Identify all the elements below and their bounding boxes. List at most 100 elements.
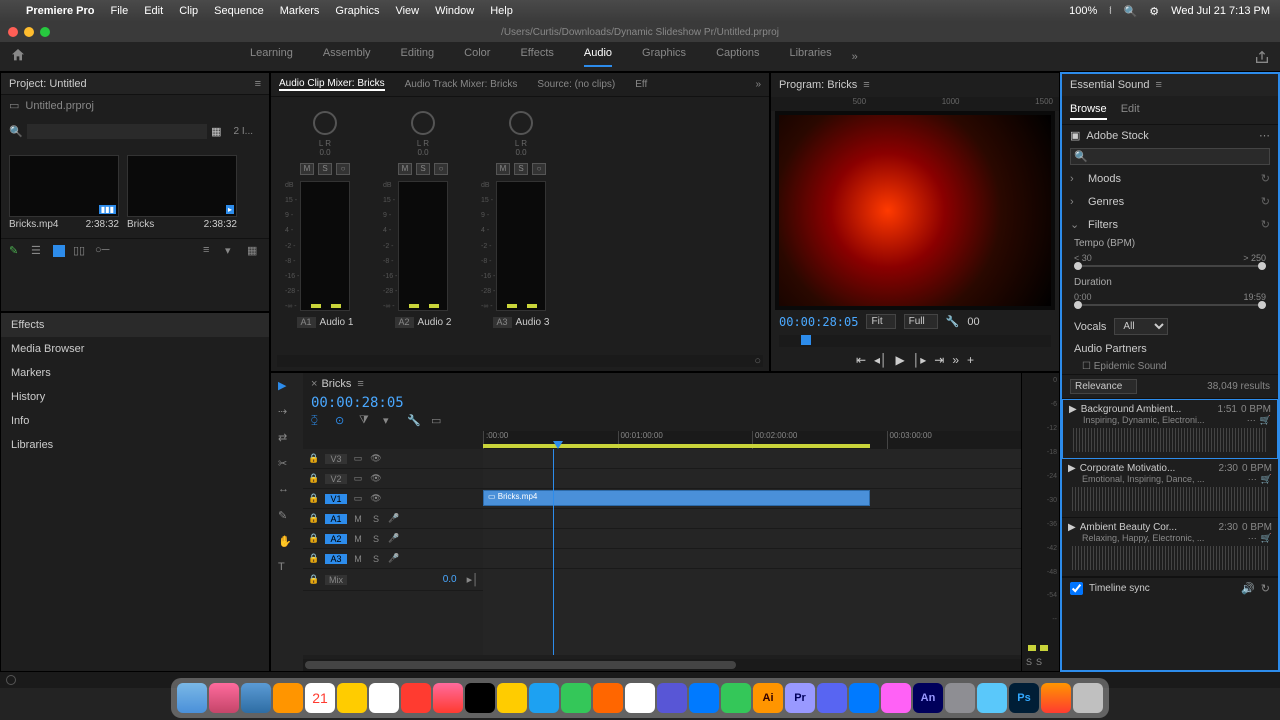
lock-icon[interactable]: 🔒	[307, 453, 321, 464]
dock-app-icon[interactable]	[849, 683, 879, 713]
essential-sound-tab[interactable]: Essential Sound	[1070, 79, 1150, 91]
tab-track-mixer[interactable]: Audio Track Mixer: Bricks	[405, 79, 518, 90]
insert-icon[interactable]: ▾	[383, 414, 397, 428]
eye-icon[interactable]: 👁	[369, 473, 383, 484]
menu-view[interactable]: View	[395, 5, 419, 17]
ch-btn-M[interactable]: M	[398, 163, 412, 175]
stock-audio-item[interactable]: ▶ Background Ambient... 1:51 0 BPM Inspi…	[1062, 399, 1278, 459]
maximize-button[interactable]	[40, 27, 50, 37]
wifi-icon[interactable]: ⧙	[1109, 5, 1111, 18]
voiceover-icon[interactable]: 🎤	[387, 533, 401, 544]
pan-knob[interactable]	[411, 111, 435, 135]
track-label[interactable]: A1	[325, 514, 347, 524]
workspace-editing[interactable]: Editing	[401, 47, 435, 67]
panel-menu-icon[interactable]: ≡	[255, 78, 261, 90]
app-name[interactable]: Premiere Pro	[26, 5, 94, 17]
reset-icon[interactable]: ↻	[1261, 218, 1270, 231]
dock-trash-icon[interactable]	[1073, 683, 1103, 713]
dock-chrome-icon[interactable]	[625, 683, 655, 713]
export-icon[interactable]	[1254, 49, 1270, 65]
shelf-media-browser[interactable]: Media Browser	[1, 337, 269, 361]
close-seq-icon[interactable]: ×	[311, 378, 317, 390]
dock-app-icon[interactable]	[497, 683, 527, 713]
freeform-icon[interactable]: ▯▯	[73, 244, 87, 258]
stock-audio-item[interactable]: ▶ Corporate Motivatio... 2:30 0 BPM Emot…	[1062, 459, 1278, 518]
dock-calendar-icon[interactable]: 21	[305, 683, 335, 713]
lock-icon[interactable]: 🔒	[307, 513, 321, 524]
shelf-info[interactable]: Info	[1, 409, 269, 433]
control-center-icon[interactable]: ⚙	[1149, 5, 1159, 18]
video-track-lane[interactable]	[483, 469, 1021, 489]
dock-app-icon[interactable]	[273, 683, 303, 713]
hand-tool-icon[interactable]: ✋	[278, 535, 296, 553]
channel-name[interactable]: Audio 1	[320, 317, 354, 328]
find-icon[interactable]: ▦	[247, 244, 261, 258]
sequence-tab[interactable]: Bricks	[321, 378, 351, 390]
voiceover-icon[interactable]: 🎤	[387, 553, 401, 564]
video-track-lane[interactable]: ▭ Bricks.mp4	[483, 489, 1021, 509]
solo-left[interactable]: S	[1026, 657, 1032, 667]
dock-an-icon[interactable]: An	[913, 683, 943, 713]
ch-btn-S[interactable]: S	[514, 163, 528, 175]
link-icon[interactable]: ⊙	[335, 414, 349, 428]
slip-icon[interactable]: ↔	[278, 483, 296, 501]
dock-notes-icon[interactable]	[337, 683, 367, 713]
duration-slider[interactable]: 0:0019:59	[1074, 292, 1266, 306]
stock-label[interactable]: Adobe Stock	[1086, 130, 1148, 142]
play-icon[interactable]: ▶	[1068, 463, 1076, 474]
step-back-icon[interactable]: ◂│	[874, 353, 888, 367]
program-timecode[interactable]: 00:00:28:05	[779, 315, 858, 329]
workspace-learning[interactable]: Learning	[250, 47, 293, 67]
panel-menu-icon[interactable]: ≡	[863, 79, 869, 91]
tempo-slider[interactable]: < 30> 250	[1074, 253, 1266, 267]
timeline-sync-checkbox[interactable]	[1070, 582, 1083, 595]
cart-icon[interactable]: 🛒	[1261, 533, 1272, 544]
waveform[interactable]	[1073, 428, 1267, 452]
dock-tv-icon[interactable]	[465, 683, 495, 713]
stock-audio-item[interactable]: ▶ Ambient Beauty Cor... 2:30 0 BPM Relax…	[1062, 518, 1278, 577]
selection-tool-icon[interactable]: ▶	[278, 379, 296, 397]
dock-ps-icon[interactable]: Ps	[1009, 683, 1039, 713]
cc-icon[interactable]: ▭	[431, 414, 445, 428]
search-icon[interactable]: 🔍	[1124, 5, 1138, 18]
loop-icon[interactable]: ↻	[1261, 582, 1270, 595]
mark-out-icon[interactable]: ⇥	[934, 353, 944, 367]
waveform[interactable]	[1072, 546, 1268, 570]
item-menu-icon[interactable]: ⋯	[1247, 415, 1256, 426]
audio-track-lane[interactable]	[483, 549, 1021, 569]
video-clip[interactable]: ▭ Bricks.mp4	[483, 490, 870, 506]
track-label[interactable]: A2	[325, 534, 347, 544]
dock-app-icon[interactable]	[561, 683, 591, 713]
ess-tab-browse[interactable]: Browse	[1070, 100, 1107, 120]
stock-menu-icon[interactable]: ⋯	[1259, 129, 1270, 142]
solo-right[interactable]: S	[1036, 657, 1042, 667]
channel-name[interactable]: Audio 3	[516, 317, 550, 328]
pen-tool-icon[interactable]: ✎	[278, 509, 296, 527]
clock[interactable]: Wed Jul 21 7:13 PM	[1171, 5, 1270, 17]
step-fwd-icon[interactable]: │▸	[913, 353, 927, 367]
filter-icon[interactable]: ▦	[211, 125, 221, 138]
toggle-output-icon[interactable]: ▭	[351, 493, 365, 504]
playhead-line[interactable]	[553, 449, 554, 655]
workspace-captions[interactable]: Captions	[716, 47, 759, 67]
menu-sequence[interactable]: Sequence	[214, 5, 264, 17]
lock-icon[interactable]: 🔒	[307, 533, 321, 544]
menu-graphics[interactable]: Graphics	[335, 5, 379, 17]
project-tab[interactable]: Project: Untitled	[9, 78, 87, 90]
playhead-icon[interactable]	[553, 441, 563, 449]
dock-xd-icon[interactable]	[881, 683, 911, 713]
program-video[interactable]	[775, 111, 1055, 310]
eye-icon[interactable]: 👁	[369, 453, 383, 464]
mute-button[interactable]: M	[351, 514, 365, 524]
toggle-output-icon[interactable]: ▭	[351, 473, 365, 484]
razor-icon[interactable]: ✂	[278, 457, 296, 475]
timeline-ruler[interactable]: :00:00 00:01:00:00 00:02:00:00 00:03:00:…	[483, 431, 1021, 449]
item-menu-icon[interactable]: ⋯	[1248, 474, 1257, 485]
workspace-audio[interactable]: Audio	[584, 47, 612, 67]
ess-tab-edit[interactable]: Edit	[1121, 100, 1140, 120]
dock-vlc-icon[interactable]	[593, 683, 623, 713]
eye-icon[interactable]: 👁	[369, 493, 383, 504]
stock-search-input[interactable]	[1070, 148, 1270, 165]
cart-icon[interactable]: 🛒	[1260, 415, 1271, 426]
dock-app-icon[interactable]	[689, 683, 719, 713]
